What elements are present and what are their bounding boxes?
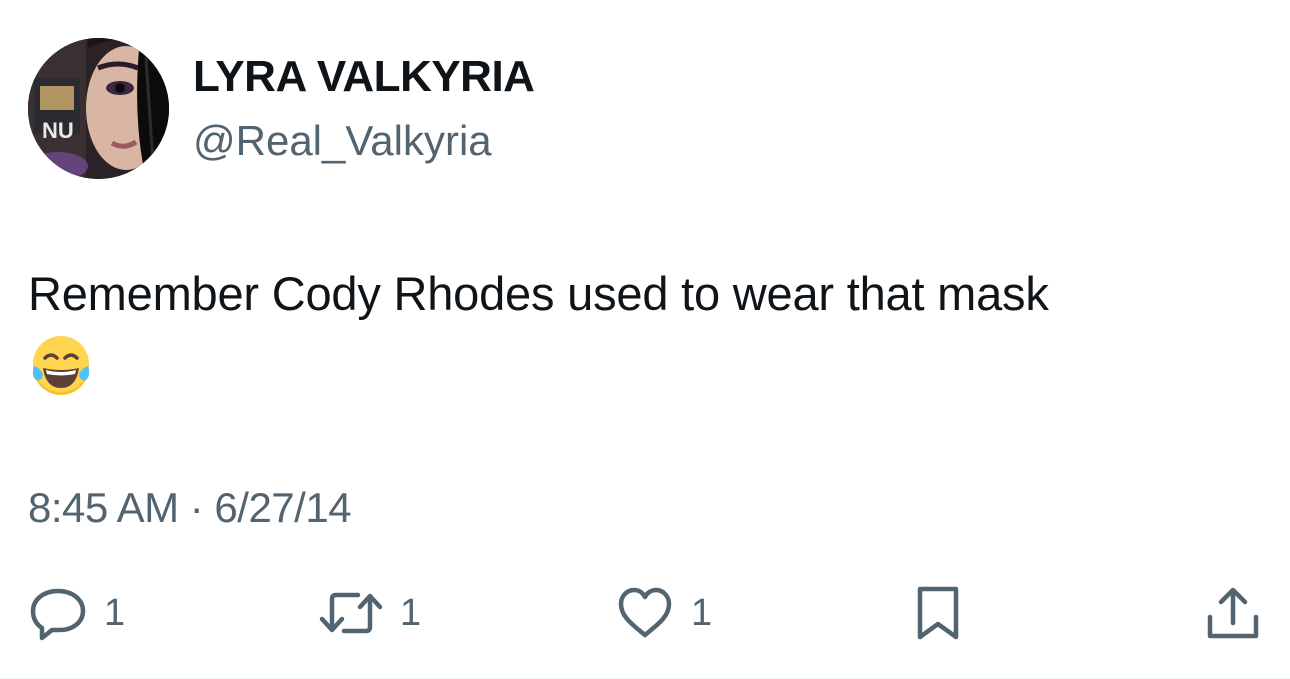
retweet-count: 1 <box>400 591 422 634</box>
like-count: 1 <box>691 591 713 634</box>
reply-count: 1 <box>104 591 126 634</box>
author-display-name[interactable]: LYRA VALKYRIA <box>193 52 535 102</box>
retweet-icon <box>319 592 383 634</box>
face-with-tears-of-joy-icon <box>30 336 92 398</box>
reply-button[interactable]: 1 <box>28 578 125 648</box>
author-handle[interactable]: @Real_Valkyria <box>193 117 492 165</box>
tweet-actions-bar: 1 1 1 <box>0 578 1290 648</box>
tweet-text: Remember Cody Rhodes used to wear that m… <box>28 267 1049 320</box>
share-icon <box>1207 587 1259 639</box>
avatar-logo-text: NU <box>42 118 74 143</box>
share-button[interactable] <box>1204 578 1262 648</box>
reply-icon <box>30 588 86 641</box>
like-button[interactable]: 1 <box>615 578 712 648</box>
tweet-timestamp[interactable]: 8:45 AM · 6/27/14 <box>28 484 352 532</box>
bookmark-button[interactable] <box>912 578 964 648</box>
retweet-button[interactable]: 1 <box>318 578 421 648</box>
avatar-image: NU <box>28 38 169 179</box>
bookmark-icon <box>917 586 959 640</box>
avatar[interactable]: NU <box>28 38 169 179</box>
heart-icon <box>618 587 672 638</box>
tweet-card: NU LYRA VALKYRIA @Real_Valkyria Remember… <box>0 0 1290 679</box>
